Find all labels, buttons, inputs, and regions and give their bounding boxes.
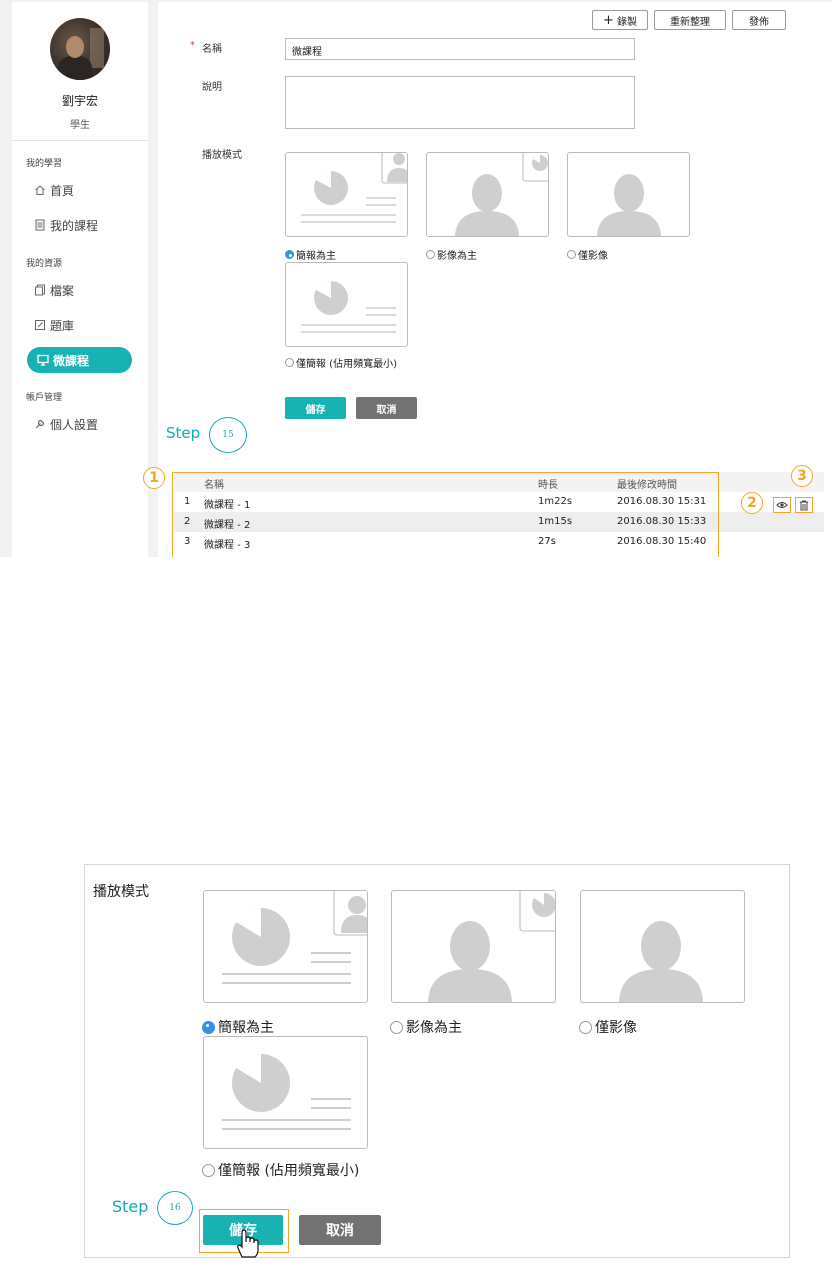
mode-radio-label: 影像為主 [437, 251, 477, 262]
callout-2: 2 [741, 492, 763, 514]
mode-radio-slides-main[interactable]: 簡報為主 [285, 247, 336, 262]
sidebar-item-my-courses[interactable]: 我的課程 [34, 215, 98, 235]
step-number-circle: 15 [209, 417, 247, 453]
user-role: 學生 [70, 120, 90, 131]
avatar [50, 18, 110, 80]
step-label: Step [166, 424, 201, 442]
sidebar-section-learning: 我的學習 [26, 159, 63, 169]
mode-radio-video-main[interactable]: 影像為主 [426, 247, 477, 262]
plus-icon: + [603, 12, 614, 28]
mode-video-main-preview[interactable] [391, 890, 556, 1003]
sidebar-item-settings[interactable]: 個人設置 [34, 414, 98, 434]
name-input[interactable]: 微課程 [285, 38, 635, 60]
play-mode-label: 播放模式 [202, 150, 242, 161]
mode-slides-main-preview[interactable] [285, 152, 408, 237]
document-icon [34, 219, 46, 231]
step-number-circle: 16 [157, 1191, 193, 1225]
mode-radio-label: 僅影像 [595, 1020, 637, 1036]
mode-radio-label: 僅簡報 (佔用頻寬最小) [218, 1163, 360, 1179]
sidebar: 劉宇宏 學生 我的學習 首頁 我的課程 我的資源 檔案 題庫 微課程 帳戶管理 … [12, 2, 148, 557]
sidebar-section-resources: 我的資源 [26, 259, 63, 269]
mode-radio-label: 僅影像 [578, 251, 608, 262]
step-label: Step [112, 1197, 149, 1216]
name-label: 名稱 [202, 44, 222, 55]
cancel-button[interactable]: 取消 [356, 397, 417, 419]
preview-eye-icon[interactable] [773, 497, 791, 513]
play-mode-label: 播放模式 [93, 884, 149, 900]
mode-video-main-preview[interactable] [426, 152, 549, 237]
radio-icon [426, 250, 435, 259]
sidebar-section-account: 帳戶管理 [26, 393, 63, 403]
mode-radio-video-only[interactable]: 僅影像 [579, 1017, 637, 1037]
question-bank-icon [34, 319, 46, 331]
mode-radio-label: 簡報為主 [296, 251, 336, 262]
mode-slides-main-preview[interactable] [203, 890, 368, 1003]
delete-trash-icon[interactable] [795, 497, 813, 513]
mode-radio-slides-only[interactable]: 僅簡報 (佔用頻寬最小) [202, 1160, 359, 1180]
mode-radio-label: 僅簡報 (佔用頻寬最小) [296, 359, 397, 370]
description-label: 說明 [202, 82, 222, 93]
microcourse-icon [37, 354, 49, 366]
play-mode-zoom-screenshot: 播放模式 簡報為主 影像為主 僅影像 僅簡報 (佔用頻寬最小) Step 16 … [84, 864, 790, 1258]
sidebar-item-files[interactable]: 檔案 [34, 280, 74, 300]
sidebar-item-label: 題庫 [50, 318, 75, 333]
radio-icon [579, 1020, 592, 1034]
sidebar-item-question-bank[interactable]: 題庫 [34, 315, 74, 335]
files-icon [34, 284, 46, 296]
mode-slides-only-preview[interactable] [285, 262, 408, 347]
mode-radio-label: 簡報為主 [218, 1020, 274, 1036]
mode-slides-only-preview[interactable] [203, 1036, 368, 1149]
radio-icon [202, 1163, 215, 1177]
mode-video-only-preview[interactable] [580, 890, 745, 1003]
microcourse-editor-screenshot: 劉宇宏 學生 我的學習 首頁 我的課程 我的資源 檔案 題庫 微課程 帳戶管理 … [0, 0, 832, 557]
sidebar-item-label: 檔案 [50, 283, 75, 298]
sidebar-item-label: 首頁 [50, 183, 75, 198]
record-button-label: 錄製 [616, 16, 637, 28]
mode-radio-video-main[interactable]: 影像為主 [390, 1017, 462, 1037]
required-mark: * [190, 40, 195, 51]
sidebar-item-label: 我的課程 [50, 218, 99, 233]
sidebar-item-label: 微課程 [53, 353, 90, 368]
mode-radio-video-only[interactable]: 僅影像 [567, 247, 608, 262]
record-button[interactable]: + 錄製 [592, 10, 648, 30]
radio-selected-icon [202, 1020, 215, 1034]
radio-icon [567, 250, 576, 259]
cancel-button[interactable]: 取消 [299, 1215, 381, 1245]
radio-selected-icon [285, 250, 294, 259]
mode-video-only-preview[interactable] [567, 152, 690, 237]
sidebar-divider [12, 140, 148, 141]
save-button[interactable]: 儲存 [285, 397, 346, 419]
sidebar-item-home[interactable]: 首頁 [34, 180, 74, 200]
description-textarea[interactable] [285, 76, 635, 129]
callout-3: 3 [791, 465, 813, 487]
mode-radio-label: 影像為主 [406, 1020, 462, 1036]
publish-button[interactable]: 發佈 [732, 10, 786, 30]
mode-radio-slides-only[interactable]: 僅簡報 (佔用頻寬最小) [285, 355, 397, 370]
radio-icon [285, 358, 294, 367]
callout-1: 1 [143, 467, 165, 489]
user-name: 劉宇宏 [61, 94, 98, 108]
table-highlight-box [172, 472, 719, 557]
radio-icon [390, 1020, 403, 1034]
home-icon [34, 184, 46, 196]
sidebar-item-label: 個人設置 [50, 417, 99, 432]
refresh-button[interactable]: 重新整理 [654, 10, 726, 30]
sidebar-item-microcourse[interactable]: 微課程 [27, 347, 132, 373]
wrench-icon [34, 418, 46, 430]
mode-radio-slides-main[interactable]: 簡報為主 [202, 1017, 274, 1037]
hand-cursor-icon [233, 1229, 261, 1258]
